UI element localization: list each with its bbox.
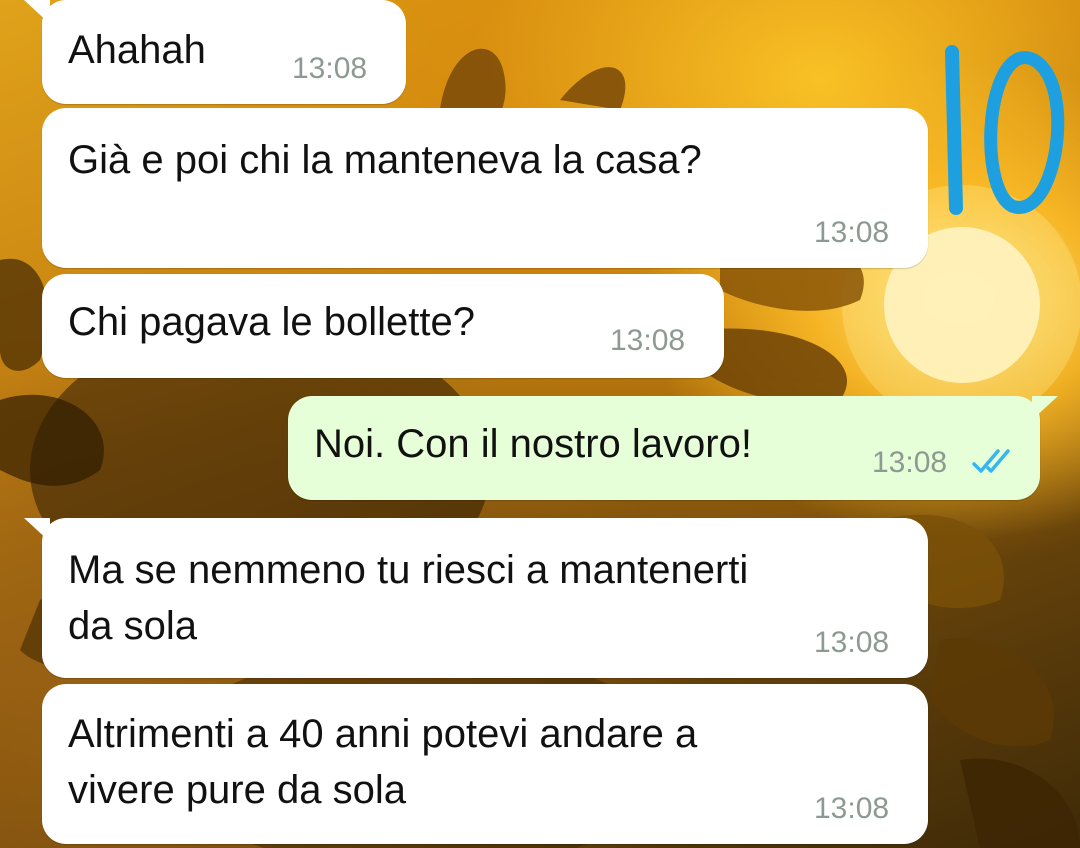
message-timestamp: 13:08 [610,324,686,357]
bubble-tail [24,0,50,24]
message-timestamp: 13:08 [872,446,948,479]
message-bubble-outgoing[interactable]: Noi. Con il nostro lavoro! 13:08 [288,396,1058,500]
bubble-tail [1032,396,1058,420]
message-bubble-incoming[interactable]: Altrimenti a 40 anni potevi andare a viv… [42,684,928,844]
message-text: Altrimenti a 40 anni potevi andare a viv… [68,712,698,812]
message-text: Ahahah [68,28,206,72]
message-bubble-incoming[interactable]: Già e poi chi la manteneva la casa? 13:0… [42,108,928,268]
message-text: Noi. Con il nostro lavoro! [314,422,752,466]
bubble-tail [24,518,50,542]
message-timestamp: 13:08 [814,216,890,249]
message-text: Già e poi chi la manteneva la casa? [68,138,702,182]
message-timestamp: 13:08 [814,626,890,659]
message-timestamp: 13:08 [814,792,890,825]
handwritten-annotation-10 [945,45,1065,215]
read-double-check-icon [972,449,1010,473]
message-text: Chi pagava le bollette? [68,300,475,344]
message-timestamp: 13:08 [292,52,368,85]
message-text: Ma se nemmeno tu riesci a mantenerti da … [68,548,749,648]
message-bubble-incoming[interactable]: Ma se nemmeno tu riesci a mantenerti da … [24,518,928,678]
message-bubble-incoming[interactable]: Chi pagava le bollette? 13:08 [42,274,724,378]
message-bubble-incoming[interactable]: Ahahah 13:08 [24,0,406,104]
